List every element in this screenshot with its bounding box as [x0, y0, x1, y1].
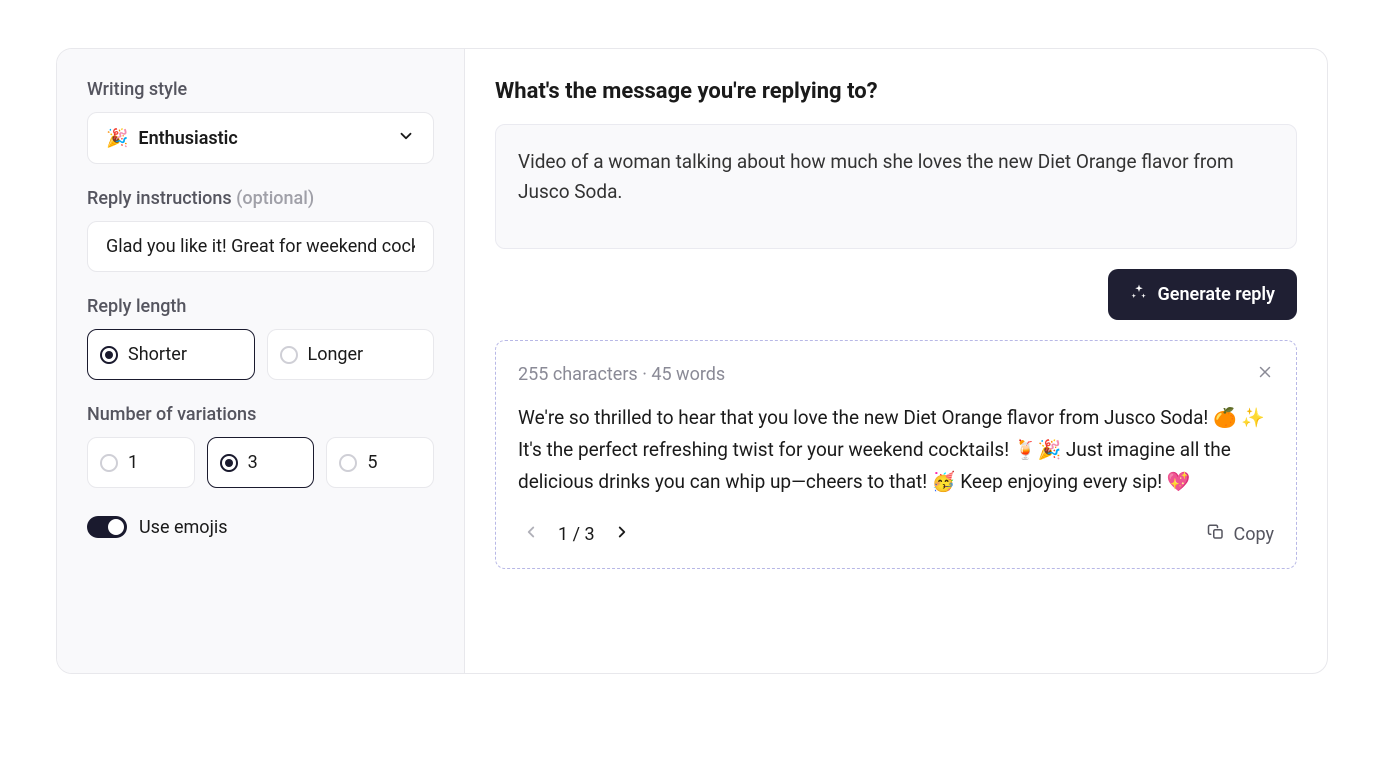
- reply-length-option-label: Shorter: [128, 344, 187, 365]
- pager-next-button[interactable]: [609, 523, 635, 546]
- radio-icon: [100, 346, 118, 364]
- reply-length-label: Reply length: [87, 296, 434, 317]
- variations-option-label: 1: [128, 452, 138, 473]
- radio-icon: [220, 454, 238, 472]
- chevron-left-icon: [522, 525, 540, 545]
- pager-total: 3: [584, 524, 594, 545]
- use-emojis-toggle[interactable]: [87, 516, 127, 538]
- copy-label: Copy: [1233, 524, 1274, 545]
- reply-length-options: Shorter Longer: [87, 329, 434, 380]
- pager-sep: /: [568, 524, 584, 545]
- radio-icon: [339, 454, 357, 472]
- chevron-down-icon: [397, 127, 415, 149]
- radio-icon: [280, 346, 298, 364]
- reply-instructions-input[interactable]: [87, 221, 434, 272]
- result-meta-row: 255 characters · 45 words: [518, 363, 1274, 386]
- generate-row: Generate reply: [495, 269, 1297, 320]
- close-icon: [1256, 365, 1274, 385]
- variations-option-label: 5: [367, 452, 377, 473]
- variations-section: Number of variations 1 3 5: [87, 404, 434, 488]
- pager-current: 1: [558, 524, 568, 545]
- reply-instructions-label: Reply instructions (optional): [87, 188, 434, 209]
- writing-style-label: Writing style: [87, 79, 434, 100]
- app-container: Writing style 🎉 Enthusiastic Reply instr…: [56, 48, 1328, 674]
- variations-label: Number of variations: [87, 404, 434, 425]
- variations-options: 1 3 5: [87, 437, 434, 488]
- use-emojis-label: Use emojis: [139, 517, 228, 538]
- writing-style-value: 🎉 Enthusiastic: [106, 128, 238, 149]
- writing-style-text: Enthusiastic: [138, 128, 237, 149]
- variations-option-label: 3: [248, 452, 258, 473]
- main-heading: What's the message you're replying to?: [495, 79, 1297, 104]
- settings-sidebar: Writing style 🎉 Enthusiastic Reply instr…: [57, 49, 465, 673]
- reply-length-shorter[interactable]: Shorter: [87, 329, 255, 380]
- reply-instructions-section: Reply instructions (optional): [87, 188, 434, 272]
- radio-icon: [100, 454, 118, 472]
- copy-button[interactable]: Copy: [1207, 523, 1274, 546]
- source-message-box[interactable]: Video of a woman talking about how much …: [495, 124, 1297, 249]
- main-panel: What's the message you're replying to? V…: [465, 49, 1327, 673]
- result-footer: 1 / 3 Copy: [518, 523, 1274, 546]
- sparkles-icon: [1130, 283, 1148, 306]
- pager-position: 1 / 3: [558, 524, 595, 545]
- reply-length-section: Reply length Shorter Longer: [87, 296, 434, 380]
- generate-reply-button[interactable]: Generate reply: [1108, 269, 1297, 320]
- copy-icon: [1207, 523, 1225, 546]
- generate-reply-label: Generate reply: [1158, 284, 1275, 305]
- result-text: We're so thrilled to hear that you love …: [518, 402, 1274, 499]
- chevron-right-icon: [613, 525, 631, 545]
- variations-5[interactable]: 5: [326, 437, 434, 488]
- source-message-text: Video of a woman talking about how much …: [518, 150, 1234, 203]
- variations-3[interactable]: 3: [207, 437, 315, 488]
- result-pager: 1 / 3: [518, 523, 635, 546]
- pager-prev-button[interactable]: [518, 523, 544, 546]
- toggle-knob: [108, 519, 124, 535]
- writing-style-section: Writing style 🎉 Enthusiastic: [87, 79, 434, 164]
- result-meta: 255 characters · 45 words: [518, 364, 725, 385]
- party-popper-icon: 🎉: [106, 128, 128, 149]
- variations-1[interactable]: 1: [87, 437, 195, 488]
- result-card: 255 characters · 45 words We're so thril…: [495, 340, 1297, 569]
- reply-length-longer[interactable]: Longer: [267, 329, 435, 380]
- use-emojis-row: Use emojis: [87, 516, 434, 538]
- close-result-button[interactable]: [1256, 363, 1274, 386]
- writing-style-select[interactable]: 🎉 Enthusiastic: [87, 112, 434, 164]
- reply-length-option-label: Longer: [308, 344, 364, 365]
